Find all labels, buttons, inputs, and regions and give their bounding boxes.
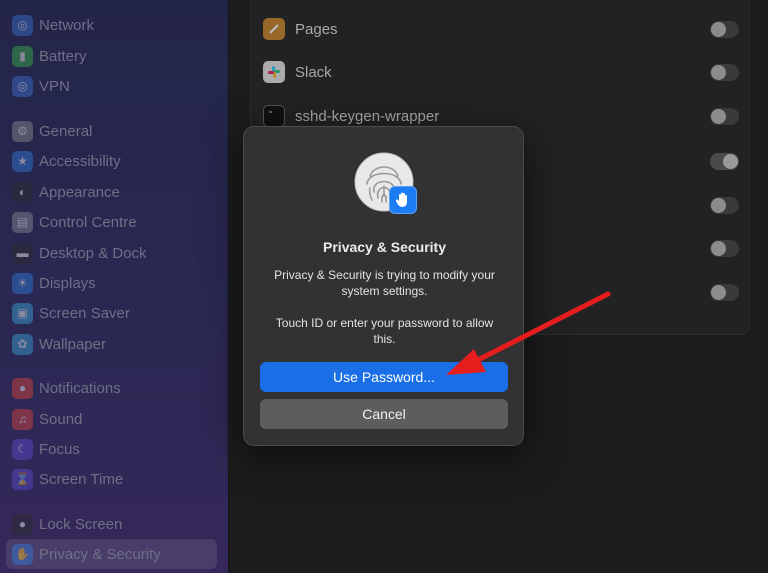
terminal-icon [263, 105, 285, 127]
app-name: Pages [295, 20, 338, 38]
wallpaper-icon: ✿ [12, 333, 33, 355]
sidebar-item-label: Screen Saver [39, 304, 130, 322]
appearance-icon: ◐ [12, 181, 33, 203]
sidebar-item-sound[interactable]: ♫ Sound [6, 404, 217, 434]
focus-moon-icon: ☾ [12, 438, 33, 460]
sidebar-item-label: Screen Time [39, 470, 124, 488]
use-password-button[interactable]: Use Password... [260, 362, 508, 392]
sidebar-item-battery[interactable]: ▮ Battery [6, 41, 217, 71]
sidebar-item-label: Sound [39, 410, 83, 428]
sidebar-item-label: Network [39, 16, 95, 34]
sidebar-item-notifications[interactable]: ● Notifications [6, 373, 217, 403]
sidebar-item-general[interactable]: ⚙ General [6, 116, 217, 146]
sidebar-item-label: Displays [39, 274, 96, 292]
sidebar-item-label: Focus [39, 440, 80, 458]
vpn-icon: ◎ [12, 75, 33, 97]
pages-icon [263, 18, 285, 40]
dialog-instruction: Touch ID or enter your password to allow… [275, 316, 494, 346]
sidebar-item-privacy-security[interactable]: ✋ Privacy & Security [6, 539, 217, 569]
sidebar-item-label: Lock Screen [39, 515, 123, 533]
list-item: Pages [251, 7, 751, 51]
sidebar-item-label: Control Centre [39, 213, 137, 231]
dialog-message: Privacy & Security is trying to modify y… [274, 268, 495, 298]
sidebar-item-label: Appearance [39, 183, 120, 201]
screen-saver-icon: ▣ [12, 302, 33, 324]
sidebar: ◎ Network ▮ Battery ◎ VPN ⚙ General ★ Ac… [0, 0, 229, 573]
sidebar-item-focus[interactable]: ☾ Focus [6, 434, 217, 464]
sidebar-item-desktop-dock[interactable]: ▬ Desktop & Dock [6, 238, 217, 268]
app-access-toggle[interactable] [710, 239, 739, 257]
app-access-toggle[interactable] [710, 63, 739, 81]
gear-icon: ⚙ [12, 120, 33, 142]
battery-icon: ▮ [12, 45, 33, 67]
sidebar-item-label: Notifications [39, 379, 121, 397]
app-name: Slack [295, 63, 332, 81]
cancel-button[interactable]: Cancel [260, 399, 508, 429]
app-access-toggle[interactable] [710, 152, 739, 170]
sidebar-item-label: VPN [39, 77, 70, 95]
sidebar-item-label: General [39, 122, 93, 140]
auth-dialog: Privacy & Security Privacy & Security is… [243, 126, 524, 446]
accessibility-icon: ★ [12, 150, 33, 172]
notifications-icon: ● [12, 377, 33, 399]
sidebar-item-displays[interactable]: ☀ Displays [6, 268, 217, 298]
sound-icon: ♫ [12, 408, 33, 430]
sidebar-item-screen-time[interactable]: ⌛ Screen Time [6, 464, 217, 494]
slack-icon [263, 61, 285, 83]
sidebar-item-vpn[interactable]: ◎ VPN [6, 71, 217, 101]
sidebar-item-label: Desktop & Dock [39, 244, 147, 262]
dialog-title: Privacy & Security [323, 239, 446, 255]
sidebar-item-network[interactable]: ◎ Network [6, 10, 217, 40]
dock-icon: ▬ [12, 242, 33, 264]
lock-icon: ● [12, 513, 33, 535]
sidebar-item-label: Wallpaper [39, 335, 106, 353]
app-name: sshd-keygen-wrapper [295, 107, 440, 125]
app-access-toggle[interactable] [710, 283, 739, 301]
control-centre-icon: ▤ [12, 211, 33, 233]
displays-icon: ☀ [12, 272, 33, 294]
sidebar-item-accessibility[interactable]: ★ Accessibility [6, 146, 217, 176]
hand-icon [389, 186, 417, 214]
hand-icon: ✋ [12, 543, 33, 565]
globe-icon: ◎ [12, 14, 33, 36]
sidebar-item-label: Battery [39, 47, 87, 65]
sidebar-item-wallpaper[interactable]: ✿ Wallpaper [6, 329, 217, 359]
app-access-toggle[interactable] [710, 107, 739, 125]
sidebar-item-label: Accessibility [39, 152, 121, 170]
sidebar-item-screen-saver[interactable]: ▣ Screen Saver [6, 298, 217, 328]
sidebar-item-appearance[interactable]: ◐ Appearance [6, 177, 217, 207]
sidebar-item-control-centre[interactable]: ▤ Control Centre [6, 207, 217, 237]
sidebar-item-label: Privacy & Security [39, 545, 161, 563]
sidebar-item-lock-screen[interactable]: ● Lock Screen [6, 509, 217, 539]
app-access-toggle[interactable] [710, 196, 739, 214]
hourglass-icon: ⌛ [12, 468, 33, 490]
list-item: Slack [251, 50, 751, 94]
app-access-toggle[interactable] [710, 20, 739, 38]
